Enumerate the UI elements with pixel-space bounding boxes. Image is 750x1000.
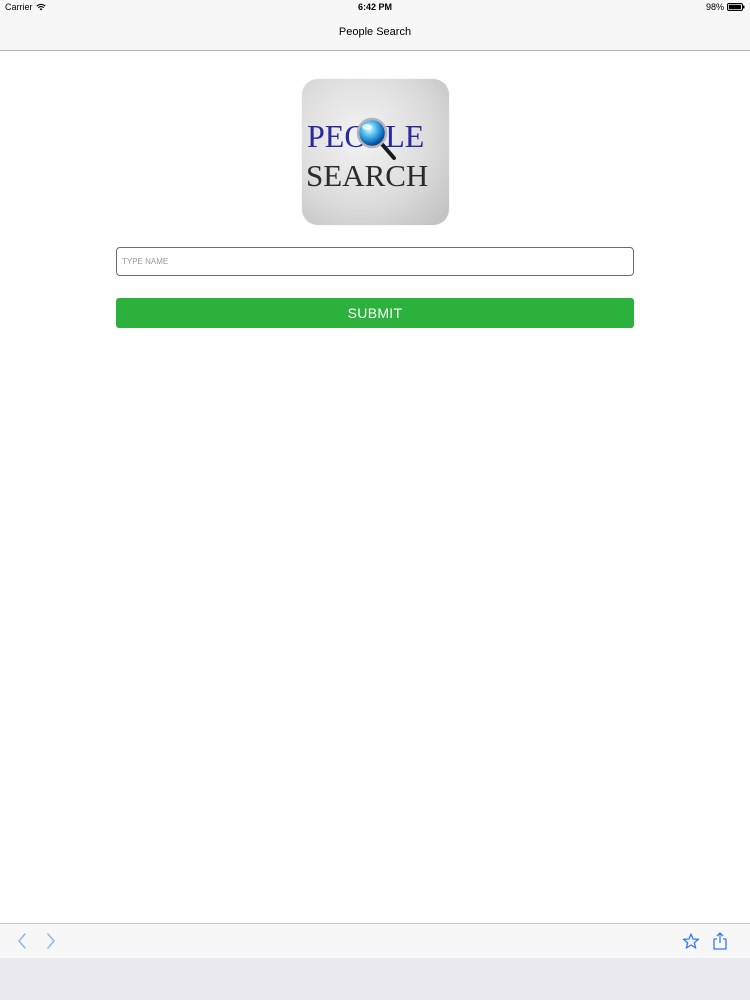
battery-icon [727,3,745,11]
chevron-right-icon [47,933,55,949]
page-title: People Search [338,26,412,38]
status-bar: Carrier 6:42 PM 98% [0,0,750,14]
bottom-toolbar [0,923,750,958]
back-button[interactable] [11,930,33,952]
forward-button[interactable] [40,930,62,952]
status-right: 98% [706,2,745,12]
app-logo: PEOPLE SEARCH [302,79,449,225]
navigation-bar: People Search [0,14,750,51]
name-input[interactable] [116,247,634,276]
logo-text-search: SEARCH [306,158,428,193]
bottom-area [0,958,750,1000]
share-icon [713,932,727,950]
submit-button[interactable]: SUBMIT [116,298,634,328]
screen: Carrier 6:42 PM 98% People Search SEARCH… [0,0,750,1000]
star-icon [682,933,700,949]
share-button[interactable] [709,930,731,952]
status-time: 6:42 PM [357,2,392,12]
battery-percent: 98% [705,2,724,12]
bookmark-button[interactable] [680,930,702,952]
chevron-left-icon [18,933,26,949]
